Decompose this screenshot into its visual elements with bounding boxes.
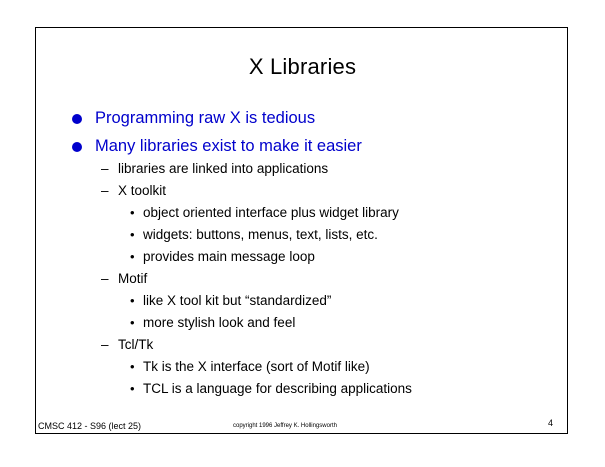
dash-icon: – — [101, 337, 109, 352]
dash-icon: – — [101, 271, 109, 286]
small-bullet-icon: • — [130, 293, 135, 308]
sub-item: X toolkit — [118, 183, 167, 198]
page-number: 4 — [548, 418, 554, 428]
bullet-item: Many libraries exist to make it easier — [95, 137, 362, 155]
sub-sub-item: more stylish look and feel — [143, 315, 296, 330]
bullet-item: Programming raw X is tedious — [95, 109, 316, 127]
dash-icon: – — [101, 161, 109, 176]
bullet-dot-icon — [72, 114, 82, 124]
sub-sub-item: widgets: buttons, menus, text, lists, et… — [143, 227, 378, 242]
sub-sub-item: like X tool kit but “standardized” — [143, 293, 332, 308]
sub-sub-item: object oriented interface plus widget li… — [143, 205, 399, 220]
dash-icon: – — [101, 183, 109, 198]
small-bullet-icon: • — [130, 381, 135, 396]
course-footer: CMSC 412 - S96 (lect 25) — [38, 421, 142, 431]
small-bullet-icon: • — [130, 359, 135, 374]
bullet-dot-icon — [72, 142, 82, 152]
small-bullet-icon: • — [130, 205, 135, 220]
slide-title: X Libraries — [248, 54, 357, 79]
copyright-footer: copyright 1996 Jeffrey K. Hollingsworth — [233, 423, 337, 429]
sub-sub-item: provides main message loop — [143, 249, 315, 264]
small-bullet-icon: • — [130, 227, 135, 242]
sub-item: libraries are linked into applications — [118, 161, 329, 176]
sub-item: Tcl/Tk — [118, 337, 154, 352]
sub-item: Motif — [118, 271, 148, 286]
sub-sub-item: Tk is the X interface (sort of Motif lik… — [143, 359, 370, 374]
small-bullet-icon: • — [130, 249, 135, 264]
small-bullet-icon: • — [130, 315, 135, 330]
sub-sub-item: TCL is a language for describing applica… — [143, 381, 412, 396]
